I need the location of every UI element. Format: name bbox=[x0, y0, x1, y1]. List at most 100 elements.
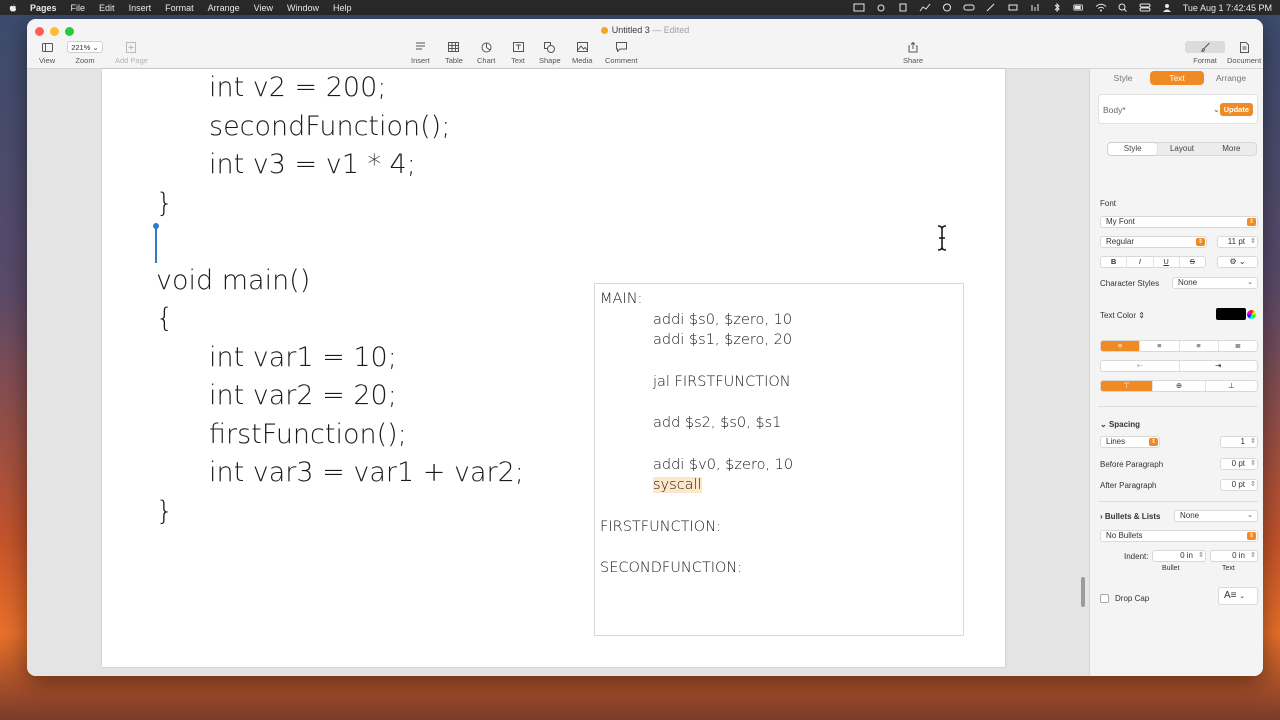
assembly-line[interactable]: jal FIRSTFUNCTION bbox=[595, 372, 963, 393]
color-wheel-icon[interactable] bbox=[1247, 310, 1256, 319]
text-color-label[interactable]: Text Color ⇕ bbox=[1100, 311, 1145, 320]
assembly-line[interactable]: MAIN: bbox=[595, 289, 963, 310]
drop-cap-style-select[interactable]: A≡ ⌄ bbox=[1218, 587, 1258, 605]
stepper-icon[interactable]: ⇳ bbox=[1250, 237, 1256, 247]
menu-app-pages[interactable]: Pages bbox=[30, 3, 57, 13]
code-line[interactable]: } bbox=[156, 185, 524, 224]
menu-view[interactable]: View bbox=[254, 3, 273, 13]
align-bottom-button[interactable]: ⊥ bbox=[1206, 381, 1257, 391]
list-style-select[interactable]: None ⌄ bbox=[1174, 510, 1258, 522]
spacing-mode-select[interactable]: Lines ⇕ bbox=[1100, 436, 1160, 448]
font-size-field[interactable]: 11 pt ⇳ bbox=[1217, 236, 1258, 248]
align-top-button[interactable]: ⊤ bbox=[1101, 381, 1154, 391]
code-line[interactable]: { bbox=[156, 300, 524, 339]
zoom-select[interactable]: 221% ⌄ bbox=[67, 41, 103, 53]
add-page-button[interactable]: Add Page bbox=[115, 41, 148, 65]
search-icon[interactable] bbox=[1117, 3, 1129, 12]
tab-style[interactable]: Style bbox=[1096, 71, 1150, 85]
cloud-icon[interactable] bbox=[875, 3, 887, 12]
drop-cap-checkbox[interactable] bbox=[1100, 594, 1109, 603]
assembly-line[interactable] bbox=[595, 392, 963, 413]
update-style-button[interactable]: Update bbox=[1219, 103, 1253, 116]
zoom-control[interactable]: 221% ⌄ Zoom bbox=[67, 41, 103, 65]
document-button[interactable]: Document bbox=[1227, 41, 1261, 65]
assembly-line[interactable] bbox=[595, 351, 963, 372]
table-button[interactable]: Table bbox=[445, 41, 463, 65]
menu-help[interactable]: Help bbox=[333, 3, 352, 13]
font-typeface-select[interactable]: Regular ⇕ bbox=[1100, 236, 1207, 248]
menu-clock[interactable]: Tue Aug 1 7:42:45 PM bbox=[1183, 3, 1272, 13]
menu-arrange[interactable]: Arrange bbox=[208, 3, 240, 13]
code-line[interactable]: int var1 = 10; bbox=[156, 339, 524, 378]
battery-icon[interactable] bbox=[1073, 3, 1085, 12]
bullet-indent-field[interactable]: 0 in ⇳ bbox=[1152, 550, 1206, 562]
tab-text[interactable]: Text bbox=[1150, 71, 1204, 85]
wifi-icon[interactable] bbox=[1095, 3, 1107, 12]
assembly-line[interactable]: addi $s1, $zero, 20 bbox=[595, 330, 963, 351]
stepper-icon[interactable]: ⇳ bbox=[1250, 459, 1256, 469]
character-styles-select[interactable]: None ⌄ bbox=[1172, 277, 1258, 289]
align-left-button[interactable]: ≡ bbox=[1101, 341, 1141, 351]
code-line[interactable]: int var2 = 20; bbox=[156, 377, 524, 416]
stepper-icon[interactable]: ⇳ bbox=[1250, 437, 1256, 447]
text-button[interactable]: Text bbox=[511, 41, 525, 65]
format-button[interactable]: Format bbox=[1185, 41, 1225, 65]
increase-indent-button[interactable]: ⇥ bbox=[1180, 361, 1258, 371]
menu-insert[interactable]: Insert bbox=[129, 3, 152, 13]
menu-format[interactable]: Format bbox=[165, 3, 194, 13]
bullets-heading[interactable]: › Bullets & Lists bbox=[1100, 512, 1160, 521]
tools-icon[interactable] bbox=[985, 3, 997, 12]
stepper-icon[interactable]: ⇳ bbox=[1250, 551, 1256, 561]
assembly-line[interactable]: syscall bbox=[595, 475, 963, 496]
menu-file[interactable]: File bbox=[71, 3, 86, 13]
apple-icon[interactable] bbox=[8, 3, 18, 13]
assembly-line[interactable] bbox=[595, 496, 963, 517]
shape-button[interactable]: Shape bbox=[539, 41, 561, 65]
italic-button[interactable]: I bbox=[1127, 257, 1154, 267]
subtab-style[interactable]: Style bbox=[1108, 143, 1158, 155]
code-line[interactable]: int var3 = var1 + var2; bbox=[156, 454, 524, 493]
insert-button[interactable]: Insert bbox=[411, 41, 430, 65]
before-paragraph-field[interactable]: 0 pt ⇳ bbox=[1220, 458, 1258, 470]
advanced-options-button[interactable]: ⚙ ⌄ bbox=[1217, 256, 1258, 268]
menu-window[interactable]: Window bbox=[287, 3, 319, 13]
bold-button[interactable]: B bbox=[1101, 257, 1128, 267]
globe-icon[interactable] bbox=[941, 3, 953, 12]
code-line[interactable]: } bbox=[156, 493, 524, 532]
bullet-type-select[interactable]: No Bullets ⇕ bbox=[1100, 530, 1258, 542]
comment-button[interactable]: Comment bbox=[605, 41, 638, 65]
spacing-heading[interactable]: ⌄ Spacing bbox=[1100, 420, 1140, 429]
code-line[interactable]: int v3 = v1 * 4; bbox=[156, 146, 524, 185]
document-page[interactable]: int v2 = 200; secondFunction(); int v3 = v… bbox=[102, 69, 1005, 667]
document-canvas[interactable]: int v2 = 200; secondFunction(); int v3 = v… bbox=[27, 69, 1089, 676]
assembly-line[interactable]: SECONDFUNCTION: bbox=[595, 558, 963, 579]
share-button[interactable]: Share bbox=[903, 41, 923, 65]
subtab-layout[interactable]: Layout bbox=[1157, 143, 1206, 155]
code-text-body[interactable]: int v2 = 200; secondFunction(); int v3 = v… bbox=[156, 69, 524, 531]
align-right-button[interactable]: ≡ bbox=[1180, 341, 1219, 351]
text-indent-field[interactable]: 0 in ⇳ bbox=[1210, 550, 1258, 562]
gamepad-icon[interactable] bbox=[963, 3, 975, 12]
line-spacing-field[interactable]: 1 ⇳ bbox=[1220, 436, 1258, 448]
font-family-select[interactable]: My Font ⇕ bbox=[1100, 216, 1258, 228]
subtab-more[interactable]: More bbox=[1207, 143, 1256, 155]
stepper-icon[interactable]: ⇳ bbox=[1198, 551, 1204, 561]
document-title[interactable]: Untitled 3 — Edited bbox=[27, 25, 1263, 35]
vpn-icon[interactable] bbox=[1007, 3, 1019, 12]
align-middle-button[interactable]: ⊕ bbox=[1153, 381, 1206, 391]
assembly-line[interactable] bbox=[595, 537, 963, 558]
paragraph-style-selector[interactable]: Body* ⌄ Update bbox=[1098, 94, 1258, 124]
document-icon[interactable] bbox=[897, 3, 909, 12]
vertical-scrollbar[interactable] bbox=[1081, 577, 1085, 607]
code-line[interactable]: secondFunction(); bbox=[156, 108, 524, 147]
assembly-line[interactable] bbox=[595, 434, 963, 455]
text-color-well[interactable] bbox=[1216, 308, 1246, 320]
graph-icon[interactable] bbox=[919, 3, 931, 12]
align-center-button[interactable]: ≡ bbox=[1140, 341, 1180, 351]
tab-arrange[interactable]: Arrange bbox=[1204, 71, 1258, 85]
assembly-line[interactable]: addi $v0, $zero, 10 bbox=[595, 455, 963, 476]
bluetooth-icon[interactable] bbox=[1051, 3, 1063, 12]
assembly-text-box[interactable]: MAIN: addi $s0, $zero, 10 addi $s1, $zero,… bbox=[594, 283, 964, 636]
equalizer-icon[interactable] bbox=[1029, 3, 1041, 12]
decrease-indent-button[interactable]: ⇤ bbox=[1101, 361, 1180, 371]
